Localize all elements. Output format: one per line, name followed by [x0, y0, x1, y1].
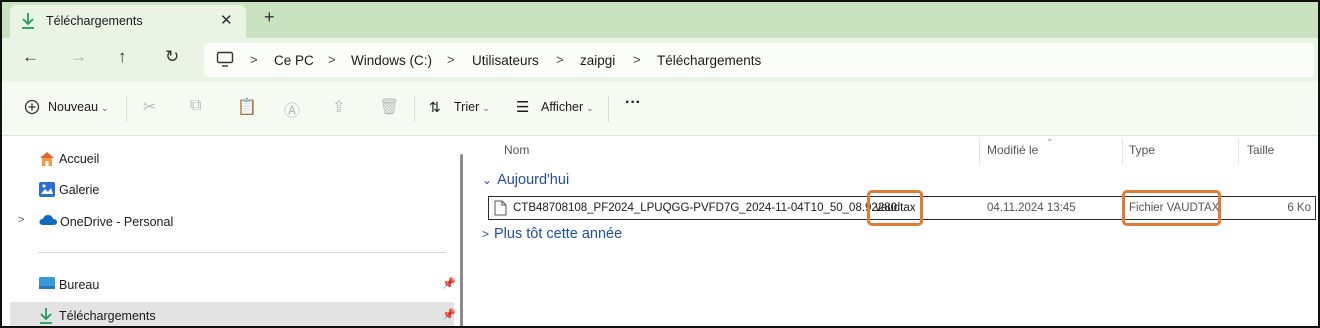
divider — [38, 252, 446, 253]
column-divider[interactable] — [979, 138, 980, 164]
navigation-row: ← → ↑ ↻ > Ce PC > Windows (C:) > Utilisa… — [2, 38, 1318, 82]
sidebar-item-galerie[interactable]: Galerie — [10, 176, 454, 204]
computer-monitor-icon[interactable] — [216, 51, 234, 71]
forward-arrow-icon[interactable]: → — [70, 47, 87, 67]
view-lines-icon[interactable]: ☰ — [516, 98, 529, 116]
tab-title: Téléchargements — [46, 14, 143, 28]
navigation-pane: Accueil Galerie > OneDrive - Personal Bu… — [2, 136, 464, 326]
extension-highlight — [867, 190, 923, 226]
view-button-label: Afficher — [541, 100, 584, 114]
chevron-down-icon: ⌄ — [482, 173, 493, 187]
file-document-icon — [494, 200, 507, 219]
pin-icon[interactable]: 📌 — [442, 308, 456, 321]
sidebar-item-label: Galerie — [59, 183, 100, 197]
download-icon — [38, 307, 54, 326]
up-arrow-icon[interactable]: ↑ — [118, 47, 127, 67]
sidebar-item-label: Téléchargements — [59, 309, 156, 323]
divider — [126, 96, 127, 122]
chevron-down-icon: ⌄ — [482, 103, 490, 113]
chevron-down-icon: ⌄ — [101, 103, 109, 113]
onedrive-cloud-icon — [38, 213, 58, 230]
copy-icon[interactable]: ⧉ — [190, 97, 201, 115]
sidebar-item-accueil[interactable]: Accueil — [10, 145, 454, 173]
group-label: Aujourd'hui — [497, 172, 570, 188]
column-header-name[interactable]: Nom — [504, 143, 529, 157]
file-list: Nom ⌄ Modifié le Type Taille ⌄ Aujourd'hu… — [472, 133, 1318, 326]
refresh-icon[interactable]: ↻ — [165, 47, 179, 67]
sort-arrows-icon[interactable]: ⇅ — [429, 99, 441, 116]
type-highlight — [1122, 190, 1221, 226]
cut-icon[interactable]: ✂ — [143, 97, 156, 117]
chevron-right-icon: > — [482, 227, 490, 241]
command-bar: Nouveau ⌄ ✂ ⧉ 📋 Ⓐ ⇪ 🗑 ⇅ Trier ⌄ ☰ Afficher… — [2, 82, 1318, 136]
nav-pane-scrollbar[interactable] — [460, 154, 463, 326]
gallery-icon — [38, 181, 56, 201]
pin-icon[interactable]: 📌 — [442, 277, 456, 290]
delete-trash-icon[interactable]: 🗑 — [379, 97, 399, 117]
breadcrumb-utilisateurs[interactable]: Utilisateurs — [472, 53, 539, 68]
share-icon[interactable]: ⇪ — [332, 97, 345, 117]
rename-icon[interactable]: Ⓐ — [284, 97, 300, 121]
new-tab-button[interactable]: + — [264, 7, 275, 28]
sort-button-label: Trier — [454, 100, 480, 114]
column-header-size[interactable]: Taille — [1247, 143, 1274, 157]
column-divider[interactable] — [1122, 138, 1123, 164]
file-explorer-window: Téléchargements ✕ + ← → ↑ ↻ > Ce PC > Wi… — [0, 0, 1320, 328]
tab-bar: Téléchargements ✕ + — [2, 2, 1318, 38]
column-header-type[interactable]: Type — [1129, 143, 1155, 157]
view-button[interactable]: Afficher ⌄ — [541, 100, 594, 114]
breadcrumb-separator: > — [250, 52, 258, 67]
breadcrumb-ce-pc[interactable]: Ce PC — [274, 53, 314, 68]
sort-indicator-icon: ⌄ — [1046, 133, 1054, 143]
tab-downloads[interactable]: Téléchargements ✕ — [10, 5, 246, 38]
breadcrumb-windows-c[interactable]: Windows (C:) — [351, 53, 432, 68]
address-bar[interactable]: > Ce PC > Windows (C:) > Utilisateurs > … — [204, 43, 1314, 77]
sidebar-item-label: Bureau — [59, 278, 100, 292]
breadcrumb-zaipgi[interactable]: zaipgi — [580, 53, 615, 68]
home-icon — [38, 150, 56, 170]
new-button-label: Nouveau — [48, 100, 99, 114]
breadcrumb-telechargements[interactable]: Téléchargements — [657, 53, 761, 68]
download-icon — [20, 12, 36, 33]
group-label: Plus tôt cette année — [494, 226, 623, 242]
breadcrumb-separator: > — [556, 52, 564, 67]
breadcrumb-separator: > — [633, 52, 641, 67]
column-divider[interactable] — [1238, 138, 1239, 164]
divider — [608, 96, 609, 122]
file-size: 6 Ko — [1287, 202, 1311, 214]
sidebar-item-label: Accueil — [59, 152, 100, 166]
sidebar-item-onedrive[interactable]: > OneDrive - Personal — [10, 208, 454, 236]
group-header-today[interactable]: ⌄ Aujourd'hui — [482, 172, 569, 188]
chevron-down-icon: ⌄ — [586, 103, 594, 113]
back-arrow-icon[interactable]: ← — [22, 47, 39, 67]
divider — [414, 96, 415, 122]
breadcrumb-separator: > — [447, 52, 455, 67]
sidebar-item-telechargements[interactable]: Téléchargements 📌 — [10, 302, 456, 326]
column-header-modified[interactable]: Modifié le — [987, 143, 1038, 157]
sort-button[interactable]: Trier ⌄ — [454, 100, 490, 114]
new-button[interactable]: Nouveau ⌄ — [48, 100, 109, 114]
sidebar-item-label: OneDrive - Personal — [60, 215, 174, 229]
breadcrumb-separator: > — [328, 52, 336, 67]
group-header-earlier-this-year[interactable]: > Plus tôt cette année — [482, 226, 622, 242]
more-options-icon[interactable]: ··· — [625, 94, 641, 112]
file-name: CTB48708108_PF2024_LPUQGG-PVFD7G_2024-11… — [513, 202, 898, 214]
desktop-folder-icon — [38, 276, 56, 294]
new-plus-icon[interactable] — [24, 99, 40, 118]
file-modified: 04.11.2024 13:45 — [987, 202, 1076, 214]
sidebar-item-bureau[interactable]: Bureau 📌 — [10, 271, 456, 299]
paste-icon[interactable]: 📋 — [237, 97, 257, 117]
chevron-right-icon[interactable]: > — [18, 214, 24, 226]
close-icon[interactable]: ✕ — [220, 11, 233, 29]
